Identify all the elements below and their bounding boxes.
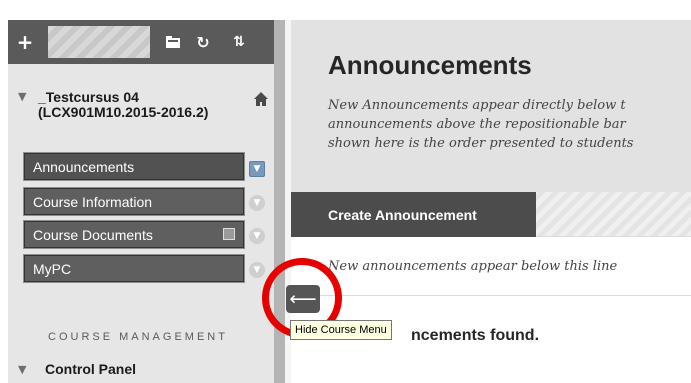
- menu-item-label: Course Documents: [33, 226, 153, 243]
- restricted-item-icon: [223, 228, 235, 240]
- menu-item-course-documents[interactable]: Course Documents: [23, 220, 245, 249]
- course-menu-toolbar: + ↻ ⇅: [8, 20, 274, 64]
- folder-icon: [166, 36, 180, 48]
- description-line: shown here is the order presented to stu…: [328, 136, 634, 151]
- menu-item-mypc[interactable]: MyPC: [23, 254, 245, 283]
- home-icon[interactable]: [253, 91, 269, 107]
- course-management-heading: COURSE MANAGEMENT: [48, 331, 228, 343]
- description-line: announcements above the repositionable b…: [328, 117, 626, 132]
- chevron-down-icon[interactable]: ▼: [249, 228, 265, 244]
- menu-item-label: MyPC: [33, 260, 72, 277]
- repositionable-bar[interactable]: [291, 295, 691, 296]
- course-header: ▼ _Testcursus 04 (LCX901M10.2015-2016.2): [8, 90, 274, 154]
- chevron-down-icon[interactable]: ▼: [249, 262, 265, 278]
- menu-item-announcements[interactable]: Announcements: [23, 152, 245, 181]
- refresh-button[interactable]: ↻: [190, 20, 216, 64]
- caret-down-icon[interactable]: ▼: [18, 90, 26, 103]
- manage-folders-button[interactable]: [160, 20, 186, 64]
- menu-item-course-information[interactable]: Course Information: [23, 187, 245, 216]
- reorder-button[interactable]: ⇅: [222, 20, 256, 64]
- course-title[interactable]: _Testcursus 04 (LCX901M10.2015-2016.2): [38, 90, 218, 120]
- tooltip: Hide Course Menu: [290, 320, 392, 340]
- empty-message: ncements found.: [411, 327, 540, 344]
- repositionable-bar-note: New announcements appear below this line: [328, 259, 618, 274]
- chevron-down-icon[interactable]: ▼: [249, 161, 265, 177]
- create-announcement-button[interactable]: Create Announcement: [291, 192, 536, 237]
- menu-item-label: Announcements: [33, 158, 135, 175]
- caret-down-icon: ▼: [18, 363, 27, 376]
- toolbar-spacer: [48, 26, 150, 58]
- control-panel-toggle[interactable]: ▼ Control Panel: [8, 359, 274, 379]
- course-menu: + ↻ ⇅ ▼ _Testcursus 04 (LCX901M10.2015-2…: [8, 20, 274, 383]
- action-bar: Create Announcement: [291, 192, 691, 237]
- add-menu-item-button[interactable]: +: [8, 20, 42, 64]
- page-header: Announcements New Announcements appear d…: [291, 20, 691, 192]
- menu-item-label: Course Information: [33, 193, 153, 210]
- sort-icon: ⇅: [233, 34, 245, 50]
- description-line: New Announcements appear directly below …: [328, 98, 626, 113]
- page-description: New Announcements appear directly below …: [328, 96, 691, 153]
- plus-icon: +: [16, 30, 34, 54]
- refresh-icon: ↻: [196, 32, 210, 52]
- chevron-down-icon[interactable]: ▼: [249, 195, 265, 211]
- page-title: Announcements: [328, 50, 532, 80]
- control-panel-label: Control Panel: [45, 361, 137, 377]
